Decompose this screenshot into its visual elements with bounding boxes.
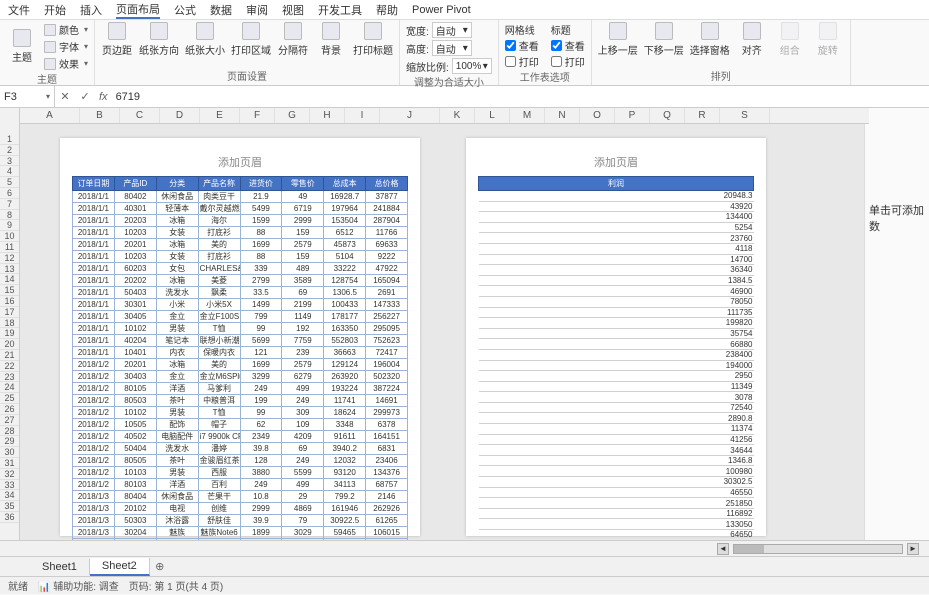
headings-label: 标题: [551, 22, 585, 37]
titles-button[interactable]: 打印标题: [353, 22, 393, 57]
colors-button[interactable]: 颜色▾: [44, 22, 88, 37]
fx-icon[interactable]: fx: [99, 91, 108, 103]
menu-6[interactable]: 审阅: [246, 2, 268, 18]
right-panel: 单击可添加数: [864, 108, 929, 540]
add-data-hint[interactable]: 单击可添加数: [865, 198, 929, 238]
tab-sheet2[interactable]: Sheet2: [90, 558, 150, 576]
group-theme: 主题: [6, 71, 88, 86]
group-arrange: 排列: [598, 68, 844, 83]
head-view-check[interactable]: 查看: [551, 38, 585, 53]
status-acc: 📊 辅助功能: 调查: [38, 578, 119, 593]
group-page: 页面设置: [101, 68, 393, 83]
add-header-2[interactable]: 添加页眉: [478, 150, 754, 176]
formula-input[interactable]: 6719: [112, 91, 929, 103]
grid-print-check[interactable]: 打印: [505, 54, 539, 69]
size-button[interactable]: 纸张大小: [185, 22, 225, 57]
scale-pct[interactable]: 缩放比例:100%▾: [406, 58, 492, 74]
breaks-button[interactable]: 分隔符: [277, 22, 309, 57]
data-table-2[interactable]: 利润20948.34392013440052542376041181470036…: [478, 176, 754, 540]
menu-9[interactable]: 帮助: [376, 2, 398, 18]
data-table-1[interactable]: 订单日期产品ID分类产品名称进货价零售价总成本总价格2018/1/180402休…: [72, 176, 408, 540]
printarea-button[interactable]: 打印区域: [231, 22, 271, 57]
status-bar: 就绪 📊 辅助功能: 调查 页码: 第 1 页(共 4 页): [0, 576, 929, 594]
scale-width[interactable]: 宽度:自动▾: [406, 22, 492, 38]
formula-bar: F3▾ ✕ ✓ fx 6719: [0, 86, 929, 108]
status-ready: 就绪: [8, 578, 28, 593]
confirm-icon[interactable]: ✓: [75, 90, 95, 103]
margins-button[interactable]: 页边距: [101, 22, 133, 57]
menu-2[interactable]: 插入: [80, 2, 102, 18]
add-header-1[interactable]: 添加页眉: [72, 150, 408, 176]
menu-7[interactable]: 视图: [282, 2, 304, 18]
group-scale: 调整为合适大小: [406, 74, 492, 89]
background-button[interactable]: 背景: [315, 22, 347, 57]
fonts-button[interactable]: 字体▾: [44, 39, 88, 54]
name-box[interactable]: F3▾: [0, 86, 55, 107]
scale-height[interactable]: 高度:自动▾: [406, 40, 492, 56]
align-button[interactable]: 对齐: [736, 22, 768, 57]
page-1: 添加页眉 订单日期产品ID分类产品名称进货价零售价总成本总价格2018/1/18…: [60, 138, 420, 536]
selpane-button[interactable]: 选择窗格: [690, 22, 730, 57]
cancel-icon[interactable]: ✕: [55, 90, 75, 103]
orientation-button[interactable]: 纸张方向: [139, 22, 179, 57]
menu-1[interactable]: 开始: [44, 2, 66, 18]
menu-10[interactable]: Power Pivot: [412, 4, 471, 16]
themes-button[interactable]: 主题: [6, 29, 38, 64]
column-headers: ABCDEFGHIJKLMNOPQRS: [20, 108, 869, 124]
add-sheet-button[interactable]: ⊕: [150, 560, 170, 573]
rotate-button[interactable]: 旋转: [812, 22, 844, 57]
tab-sheet1[interactable]: Sheet1: [30, 559, 90, 575]
head-print-check[interactable]: 打印: [551, 54, 585, 69]
backward-button[interactable]: 下移一层: [644, 22, 684, 57]
group-sheet: 工作表选项: [505, 69, 585, 84]
ribbon: 主题 颜色▾ 字体▾ 效果▾ 主题 页边距 纸张方向 纸张大小 打印区域 分隔符…: [0, 20, 929, 86]
menu-5[interactable]: 数据: [210, 2, 232, 18]
menu-0[interactable]: 文件: [8, 2, 30, 18]
sheet-tabs: Sheet1 Sheet2 ⊕: [0, 556, 929, 576]
h-scrollbar[interactable]: ◄ ►: [717, 543, 919, 555]
effects-button[interactable]: 效果▾: [44, 56, 88, 71]
menu-bar: 文件开始插入页面布局公式数据审阅视图开发工具帮助 Power Pivot: [0, 0, 929, 20]
gridlines-label: 网格线: [505, 22, 539, 37]
row-headers: 1234567891011121314151617181920212223242…: [0, 108, 20, 540]
forward-button[interactable]: 上移一层: [598, 22, 638, 57]
menu-8[interactable]: 开发工具: [318, 2, 362, 18]
status-page: 页码: 第 1 页(共 4 页): [129, 578, 223, 593]
group-button[interactable]: 组合: [774, 22, 806, 57]
menu-3[interactable]: 页面布局: [116, 1, 160, 19]
page-2: 添加页眉 利润20948.343920134400525423760411814…: [466, 138, 766, 536]
grid-view-check[interactable]: 查看: [505, 38, 539, 53]
menu-4[interactable]: 公式: [174, 2, 196, 18]
